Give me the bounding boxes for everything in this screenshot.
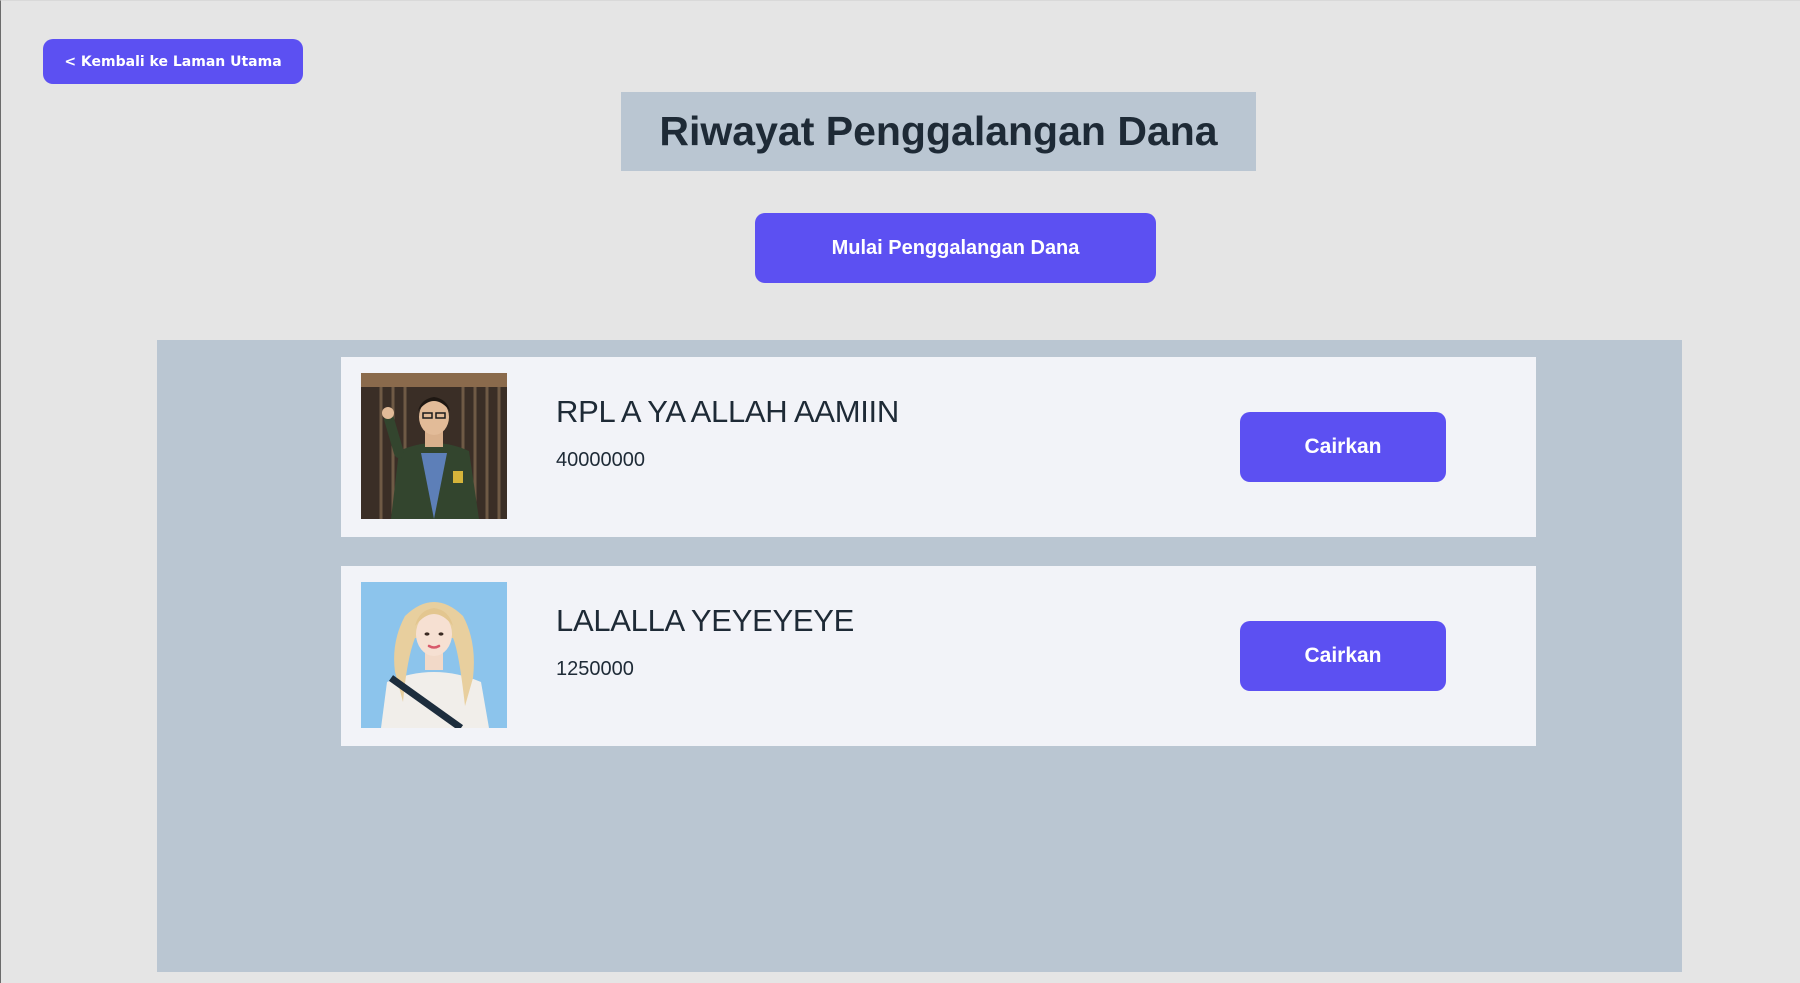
page: < Kembali ke Laman Utama Riwayat Penggal…: [0, 0, 1800, 983]
campaign-title: RPL A YA ALLAH AAMIIN: [556, 394, 899, 429]
campaign-title: LALALLA YEYEYEYE: [556, 603, 854, 638]
list-item: LALALLA YEYEYEYE 1250000 Cairkan: [341, 566, 1536, 746]
page-title-box: Riwayat Penggalangan Dana: [621, 92, 1256, 171]
start-fundraising-button[interactable]: Mulai Penggalangan Dana: [755, 213, 1156, 283]
campaign-thumbnail: [361, 373, 507, 519]
fundraising-list: RPL A YA ALLAH AAMIIN 40000000 Cairkan L…: [157, 340, 1682, 972]
page-title: Riwayat Penggalangan Dana: [659, 108, 1218, 154]
campaign-amount: 40000000: [556, 449, 645, 471]
list-item: RPL A YA ALLAH AAMIIN 40000000 Cairkan: [341, 357, 1536, 537]
campaign-thumbnail: [361, 582, 507, 728]
campaign-amount: 1250000: [556, 658, 634, 680]
withdraw-button[interactable]: Cairkan: [1240, 412, 1446, 482]
back-to-home-button[interactable]: < Kembali ke Laman Utama: [43, 39, 303, 84]
withdraw-button[interactable]: Cairkan: [1240, 621, 1446, 691]
